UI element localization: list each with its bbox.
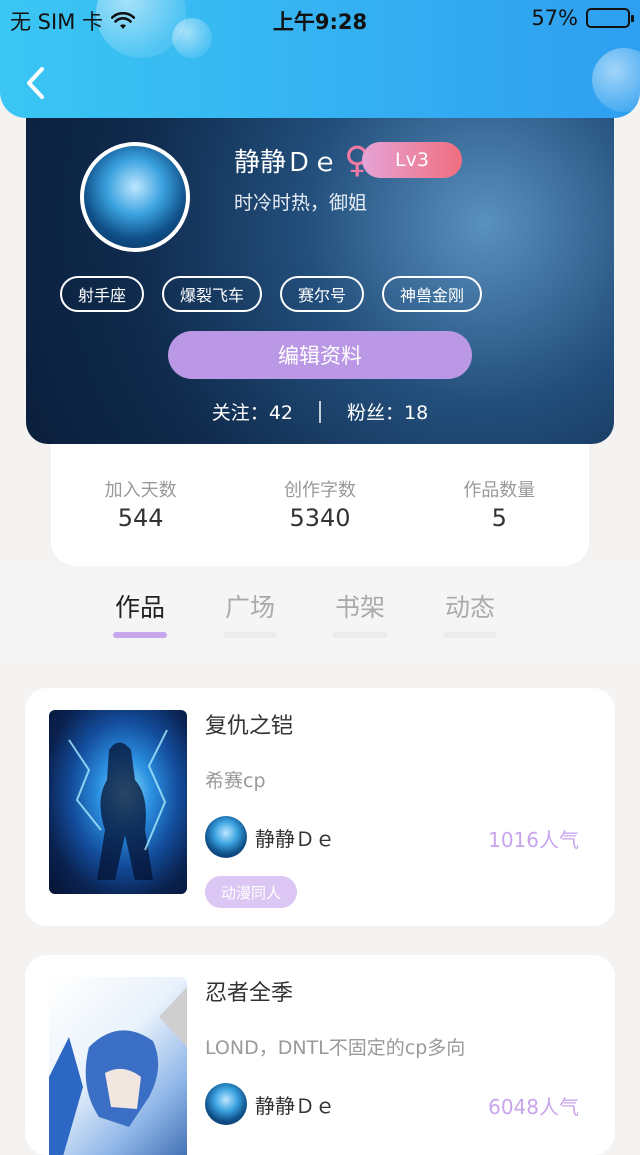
work-card[interactable]: 复仇之铠 希赛cp 静静Ｄｅ 1016人气 动漫同人: [25, 688, 615, 926]
tag-list: 射手座 爆裂飞车 赛尔号 神兽金刚: [60, 276, 483, 312]
tab-label: 广场: [224, 593, 275, 622]
following-link[interactable]: 关注：42: [212, 398, 293, 425]
work-author[interactable]: 静静Ｄｅ: [205, 816, 335, 858]
following-label: 关注：: [211, 402, 269, 424]
tab-indicator: [443, 632, 497, 638]
stats-card: 加入天数 544 创作字数 5340 作品数量 5: [51, 428, 589, 566]
book-cover-image: [49, 710, 187, 894]
user-bio: 时冷时热，御姐: [234, 192, 368, 214]
status-right: 57%: [531, 6, 634, 30]
author-name: 静静Ｄｅ: [255, 826, 335, 851]
cover-art-figure: [49, 987, 187, 1155]
stat-label: 创作字数: [283, 480, 356, 501]
stat-value: 5340: [289, 504, 351, 532]
author-avatar: [205, 816, 247, 858]
battery-percent: 57%: [531, 6, 578, 30]
tab-label: 书架: [334, 593, 385, 622]
tab-bar: 作品 广场 书架 动态: [0, 566, 640, 662]
work-description: 希赛cp: [205, 770, 266, 792]
tab-indicator: [333, 632, 387, 638]
work-card[interactable]: 忍者全季 LOND，DNTL不固定的cp多向 静静Ｄｅ 6048人气: [25, 955, 615, 1155]
back-chevron-icon[interactable]: [22, 66, 50, 100]
stat-label: 作品数量: [463, 480, 536, 501]
author-avatar: [205, 1083, 247, 1125]
work-category-tag[interactable]: 动漫同人: [205, 876, 298, 908]
fans-count: 18: [404, 402, 429, 424]
battery-icon: [586, 8, 634, 28]
fans-link[interactable]: 粉丝：18: [347, 398, 428, 425]
work-popularity: 1016人气: [488, 828, 579, 852]
tag-item[interactable]: 爆裂飞车: [162, 276, 263, 312]
tab-works[interactable]: 作品: [112, 588, 168, 638]
profile-hero: 静静Ｄｅ ♀ Lv3 时冷时热，御姐 射手座 爆裂飞车 赛尔号 神兽金刚 编辑资…: [26, 100, 614, 444]
decor-bubble: [592, 48, 640, 112]
username: 静静Ｄｅ: [234, 148, 339, 178]
level-badge: Lv3: [362, 142, 462, 178]
tab-label: 动态: [444, 593, 495, 622]
status-bar: 无 SIM 卡 上午9:28 57%: [0, 0, 640, 36]
stat-work-count: 作品数量 5: [410, 476, 589, 566]
edit-profile-button[interactable]: 编辑资料: [168, 331, 472, 379]
tag-item[interactable]: 神兽金刚: [382, 276, 483, 312]
username-row: 静静Ｄｅ ♀: [234, 142, 370, 179]
stat-word-count: 创作字数 5340: [230, 476, 409, 566]
fans-label: 粉丝：: [347, 402, 405, 424]
work-title[interactable]: 复仇之铠: [205, 708, 293, 740]
tab-indicator: [223, 632, 277, 638]
tab-bookshelf[interactable]: 书架: [332, 588, 388, 638]
work-title[interactable]: 忍者全季: [205, 975, 293, 1007]
tab-square[interactable]: 广场: [222, 588, 278, 638]
following-count: 42: [268, 402, 293, 424]
follow-stats: 关注：42 粉丝：18: [26, 398, 614, 425]
stat-value: 5: [491, 504, 507, 532]
tab-label: 作品: [114, 593, 165, 622]
author-name: 静静Ｄｅ: [255, 1093, 335, 1118]
tab-indicator: [113, 632, 167, 638]
cover-art-figure: [68, 729, 168, 880]
tag-item[interactable]: 射手座: [60, 276, 145, 312]
top-header: 无 SIM 卡 上午9:28 57%: [0, 0, 640, 118]
tab-activity[interactable]: 动态: [442, 588, 498, 638]
book-cover-image: [49, 977, 187, 1155]
avatar[interactable]: [80, 142, 190, 252]
work-description: LOND，DNTL不固定的cp多向: [205, 1037, 466, 1059]
stat-value: 544: [117, 504, 164, 532]
stat-label: 加入天数: [104, 480, 177, 501]
work-popularity: 6048人气: [488, 1095, 579, 1119]
work-author[interactable]: 静静Ｄｅ: [205, 1083, 335, 1125]
tag-item[interactable]: 赛尔号: [280, 276, 365, 312]
stat-join-days: 加入天数 544: [51, 476, 230, 566]
divider: [319, 400, 321, 423]
